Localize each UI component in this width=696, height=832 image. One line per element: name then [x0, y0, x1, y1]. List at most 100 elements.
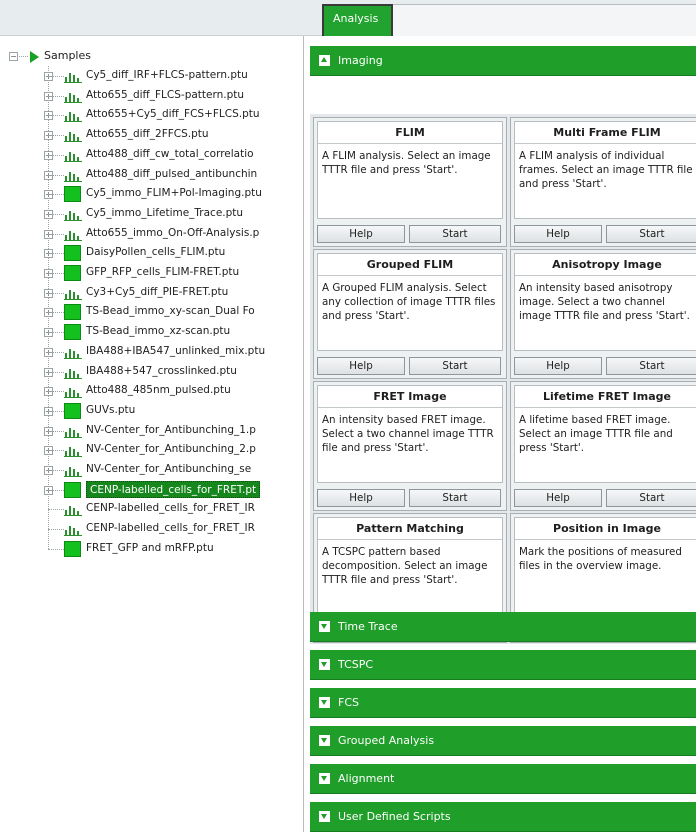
section-header[interactable]: TCSPC [310, 650, 696, 680]
tree-connector [48, 529, 64, 531]
section-header[interactable]: User Defined Scripts [310, 802, 696, 832]
tree-connector [48, 95, 64, 97]
start-button[interactable]: Start [606, 357, 696, 375]
chart-icon [64, 230, 82, 241]
card-description: A TCSPC pattern based decomposition. Sel… [322, 546, 488, 586]
tree-item[interactable]: + DaisyPollen_cells_FLIM.ptu [0, 244, 304, 262]
start-button[interactable]: Start [409, 357, 501, 375]
tree-item-label: TS-Bead_immo_xz-scan.ptu [86, 325, 231, 338]
image-icon [64, 324, 81, 341]
tree-item[interactable]: + GUVs.ptu [0, 402, 304, 420]
tree-item[interactable]: + Cy5_immo_Lifetime_Trace.ptu [0, 205, 304, 223]
tree-item[interactable]: + NV-Center_for_Antibunching_se [0, 461, 304, 479]
chart-icon [64, 467, 82, 477]
tree-item-label: Cy5_diff_IRF+FLCS-pattern.ptu [86, 69, 248, 81]
samples-tree[interactable]: − Samples + Cy5_diff_IRF+FLCS-pattern.ptu… [0, 36, 304, 832]
chevron-down-icon [319, 621, 330, 632]
section-header[interactable]: Grouped Analysis [310, 726, 696, 756]
tree-item-label: CENP-labelled_cells_for_FRET_IR [86, 502, 255, 515]
help-button[interactable]: Help [514, 357, 602, 375]
tree-connector [48, 509, 64, 511]
tree-root-row[interactable]: − Samples [0, 48, 304, 66]
tree-connector [48, 332, 64, 334]
tree-item[interactable]: + TS-Bead_immo_xy-scan_Dual Fo [0, 303, 304, 321]
tree-item[interactable]: + NV-Center_for_Antibunching_1.p [0, 422, 304, 440]
section-label: Grouped Analysis [338, 734, 435, 747]
tree-item[interactable]: + Atto488_diff_cw_total_correlatio [0, 146, 304, 164]
tree-item-label: Cy5_immo_Lifetime_Trace.ptu [86, 206, 244, 219]
tree-item-label: NV-Center_for_Antibunching_2.p [86, 443, 256, 456]
section-header[interactable]: Time Trace [310, 612, 696, 642]
tree-item[interactable]: + GFP_RFP_cells_FLIM-FRET.ptu [0, 264, 304, 282]
top-bar: Analysis [0, 0, 696, 36]
tree-item[interactable]: + Atto655_immo_On-Off-Analysis.p [0, 225, 304, 243]
image-icon [64, 245, 81, 262]
card-description: An intensity based anisotropy image. Sel… [519, 282, 690, 322]
tree-connector [48, 391, 64, 393]
tree-item[interactable]: + Atto655_diff_FLCS-pattern.ptu [0, 87, 304, 105]
tree-item[interactable]: FRET_GFP and mRFP.ptu [0, 540, 304, 558]
tree-item[interactable]: + IBA488+IBA547_unlinked_mix.ptu [0, 343, 304, 361]
card-body: Anisotropy Image An intensity based aniso… [514, 253, 696, 351]
chart-icon [64, 92, 82, 103]
card-title: Grouped FLIM [318, 254, 502, 276]
card-title: Multi Frame FLIM [515, 122, 696, 144]
help-button[interactable]: Help [317, 489, 405, 507]
tree-item[interactable]: + Atto655+Cy5_diff_FCS+FLCS.ptu [0, 106, 304, 124]
card-description: A FLIM analysis. Select an image TTTR fi… [322, 150, 491, 176]
tree-item[interactable]: + Cy5_immo_FLIM+Pol-Imaging.ptu [0, 185, 304, 203]
image-icon [64, 481, 81, 498]
tree-connector [19, 56, 28, 57]
section-header[interactable]: Alignment [310, 764, 696, 794]
tree-connector [48, 410, 64, 412]
tree-item[interactable]: + Cy3+Cy5_diff_PIE-FRET.ptu [0, 284, 304, 302]
tree-connector [48, 233, 64, 235]
start-button[interactable]: Start [409, 225, 501, 243]
card-title: Lifetime FRET Image [515, 386, 696, 408]
tree-item[interactable]: + IBA488+547_crosslinked.ptu [0, 363, 304, 381]
card-title: Pattern Matching [318, 518, 502, 540]
tree-item[interactable]: CENP-labelled_cells_for_FRET_IR [0, 520, 304, 538]
section-label: TCSPC [338, 658, 374, 671]
tree-item[interactable]: + CENP-labelled_cells_for_FRET.pt [0, 480, 304, 499]
tree-item-label: Cy3+Cy5_diff_PIE-FRET.ptu [86, 285, 229, 298]
tree-item[interactable]: CENP-labelled_cells_for_FRET_IR [0, 500, 304, 518]
start-button[interactable]: Start [409, 489, 501, 507]
chevron-down-icon [319, 659, 330, 670]
tree-item[interactable]: + Atto488_485nm_pulsed.ptu [0, 382, 304, 400]
tree-connector [48, 174, 64, 176]
chevron-down-icon [319, 697, 330, 708]
section-label: User Defined Scripts [338, 810, 451, 823]
analysis-card: FLIM A FLIM analysis. Select an image TTT… [313, 117, 507, 247]
help-button[interactable]: Help [514, 225, 602, 243]
section-label: FCS [338, 696, 359, 709]
tree-item[interactable]: + Cy5_diff_IRF+FLCS-pattern.ptu [0, 67, 304, 85]
tree-item[interactable]: + Atto655_diff_2FFCS.ptu [0, 126, 304, 144]
chart-icon [64, 112, 82, 123]
help-button[interactable]: Help [514, 489, 602, 507]
tree-connector [48, 351, 64, 353]
tree-item-label: Atto655_diff_2FFCS.ptu [86, 128, 209, 141]
tree-item[interactable]: + TS-Bead_immo_xz-scan.ptu [0, 323, 304, 341]
start-button[interactable]: Start [606, 489, 696, 507]
tree-connector [48, 470, 64, 471]
help-button[interactable]: Help [317, 357, 405, 375]
chart-icon [64, 151, 82, 162]
tree-item[interactable]: + NV-Center_for_Antibunching_2.p [0, 441, 304, 459]
section-imaging-header[interactable]: Imaging [310, 46, 696, 76]
start-button[interactable]: Start [606, 225, 696, 243]
card-title: FRET Image [318, 386, 502, 408]
tree-item[interactable]: + Atto488_diff_pulsed_antibunchin [0, 166, 304, 184]
card-description: An intensity based FRET image. Select a … [322, 414, 494, 454]
help-button[interactable]: Help [317, 225, 405, 243]
tab-analysis[interactable]: Analysis [322, 4, 393, 36]
tree-connector [48, 371, 64, 373]
section-header[interactable]: FCS [310, 688, 696, 718]
image-icon [64, 186, 81, 203]
imaging-card-grid: FLIM A FLIM analysis. Select an image TTT… [310, 114, 696, 644]
collapse-icon[interactable]: − [9, 52, 18, 61]
card-title: Position in Image [515, 518, 696, 540]
tree-item-label: TS-Bead_immo_xy-scan_Dual Fo [86, 305, 255, 318]
tree-item-label: Atto488_diff_pulsed_antibunchin [86, 167, 258, 180]
card-description: Mark the positions of measured files in … [519, 546, 682, 572]
